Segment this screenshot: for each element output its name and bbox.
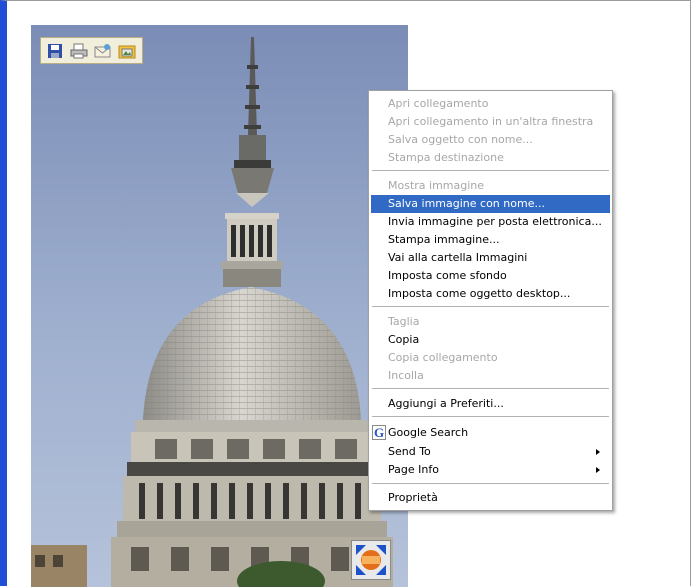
resize-arrows-icon xyxy=(356,545,386,575)
menu-item-imposta-sfondo[interactable]: Imposta come sfondo xyxy=(371,267,610,285)
menu-item-aggiungi-preferiti[interactable]: Aggiungi a Preferiti... xyxy=(371,395,610,413)
image-toolbar xyxy=(40,37,143,64)
browser-content-area: Apri collegamento Apri collegamento in u… xyxy=(0,0,691,587)
menu-item-vai-cartella-immagini[interactable]: Vai alla cartella Immagini xyxy=(371,249,610,267)
my-pictures-icon[interactable] xyxy=(117,41,137,61)
submenu-arrow-icon xyxy=(596,467,600,473)
menu-item-salva-immagine[interactable]: Salva immagine con nome... xyxy=(371,195,610,213)
menu-separator xyxy=(372,306,609,307)
menu-item-taglia[interactable]: Taglia xyxy=(371,313,610,331)
autosize-button[interactable] xyxy=(351,540,391,580)
menu-separator xyxy=(372,170,609,171)
menu-item-label: Page Info xyxy=(388,463,439,476)
menu-item-copia[interactable]: Copia xyxy=(371,331,610,349)
menu-item-send-to[interactable]: Send To xyxy=(371,443,610,461)
menu-item-stampa-immagine[interactable]: Stampa immagine... xyxy=(371,231,610,249)
context-menu: Apri collegamento Apri collegamento in u… xyxy=(368,90,613,511)
menu-separator xyxy=(372,388,609,389)
menu-item-salva-oggetto[interactable]: Salva oggetto con nome... xyxy=(371,131,610,149)
menu-item-page-info[interactable]: Page Info xyxy=(371,461,610,479)
photo-mole-antonelliana[interactable] xyxy=(31,25,408,587)
menu-item-apri-collegamento[interactable]: Apri collegamento xyxy=(371,95,610,113)
menu-separator xyxy=(372,483,609,484)
menu-item-label: Send To xyxy=(388,445,431,458)
menu-separator xyxy=(372,416,609,417)
save-icon[interactable] xyxy=(45,41,65,61)
menu-item-incolla[interactable]: Incolla xyxy=(371,367,610,385)
menu-item-imposta-oggetto-desktop[interactable]: Imposta come oggetto desktop... xyxy=(371,285,610,303)
menu-item-label: Google Search xyxy=(388,426,469,439)
menu-item-proprieta[interactable]: Proprietà xyxy=(371,489,610,507)
menu-item-mostra-immagine[interactable]: Mostra immagine xyxy=(371,177,610,195)
menu-item-copia-collegamento[interactable]: Copia collegamento xyxy=(371,349,610,367)
menu-item-google-search[interactable]: G Google Search xyxy=(371,424,610,442)
menu-item-apri-collegamento-nuova-finestra[interactable]: Apri collegamento in un'altra finestra xyxy=(371,113,610,131)
menu-item-stampa-destinazione[interactable]: Stampa destinazione xyxy=(371,149,610,167)
menu-item-invia-immagine[interactable]: Invia immagine per posta elettronica... xyxy=(371,213,610,231)
submenu-arrow-icon xyxy=(596,449,600,455)
print-icon[interactable] xyxy=(69,41,89,61)
email-icon[interactable] xyxy=(93,41,113,61)
google-icon: G xyxy=(372,425,386,440)
